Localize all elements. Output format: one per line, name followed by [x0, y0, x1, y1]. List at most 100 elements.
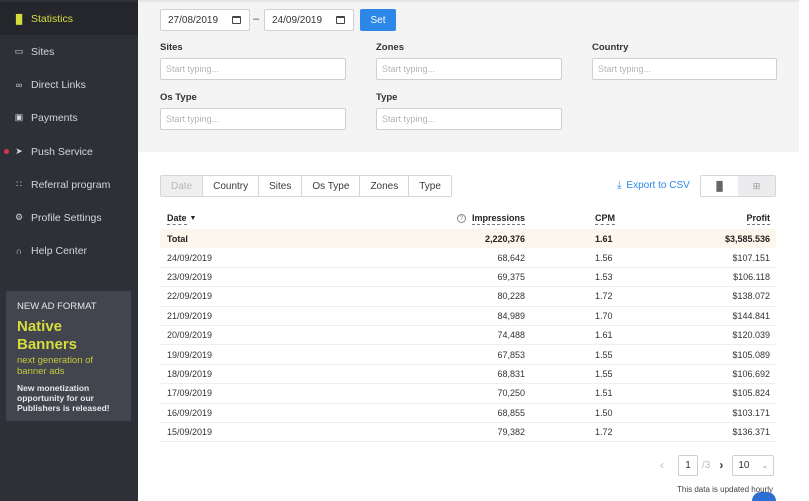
- row-cpm: 1.53: [595, 271, 613, 282]
- row-date: 19/09/2019: [167, 349, 213, 360]
- date-from-input[interactable]: 27/08/2019: [160, 9, 250, 31]
- cpm-header-label: CPM: [595, 212, 615, 225]
- os-type-input[interactable]: [160, 108, 346, 130]
- date-to-input[interactable]: 24/09/2019: [264, 9, 354, 31]
- country-label: Country: [592, 42, 629, 53]
- date-from-value: 27/08/2019: [168, 14, 219, 26]
- row-profit: $120.039: [732, 330, 770, 341]
- row-date: 17/09/2019: [167, 388, 213, 399]
- grid-icon: ⊞: [752, 180, 761, 191]
- row-profit: $136.371: [732, 427, 770, 438]
- previous-page-button[interactable]: ‹: [660, 458, 678, 472]
- page-size-select[interactable]: 10 ⌄: [732, 454, 775, 476]
- send-icon: ➤: [15, 146, 23, 156]
- chart-view-button[interactable]: ▐▌: [701, 176, 738, 196]
- row-impressions: 68,855: [497, 407, 525, 418]
- row-impressions: 84,989: [497, 310, 525, 321]
- calendar-icon[interactable]: [232, 16, 241, 24]
- row-impressions: 80,228: [497, 291, 525, 302]
- people-icon: ∷: [16, 179, 22, 189]
- download-icon: ⤓: [617, 180, 622, 191]
- date-to-value: 24/09/2019: [272, 14, 323, 26]
- set-date-button[interactable]: Set: [360, 9, 396, 31]
- cpm-column-header[interactable]: CPM: [595, 208, 615, 229]
- table-view-button[interactable]: ⊞: [738, 176, 775, 196]
- country-input[interactable]: [592, 58, 777, 80]
- impressions-header-label: Impressions: [471, 212, 525, 225]
- table-row: 18/09/2019 68,831 1.55 $106.692: [160, 365, 776, 385]
- table-row: 16/09/2019 68,855 1.50 $103.171: [160, 404, 776, 423]
- sidebar-item-label: Sites: [31, 45, 55, 58]
- export-csv-link[interactable]: ⤓ Export to CSV: [617, 180, 690, 191]
- promo-banner[interactable]: NEW AD FORMAT Native Banners next genera…: [6, 291, 131, 421]
- row-cpm: 1.56: [595, 252, 613, 263]
- browser-window-icon: ▭: [14, 46, 24, 56]
- group-by-tabs: Date Country Sites Os Type Zones Type: [160, 175, 452, 197]
- row-profit: $106.692: [732, 368, 770, 379]
- sidebar-item-help-center[interactable]: ∩ Help Center: [0, 234, 138, 267]
- date-column-header[interactable]: Date ▼: [167, 208, 196, 229]
- sidebar-item-direct-links[interactable]: ∞ Direct Links: [0, 68, 138, 101]
- next-page-button[interactable]: ›: [714, 458, 728, 472]
- total-impressions: 2,220,376: [484, 233, 525, 244]
- sites-input[interactable]: [160, 58, 346, 80]
- headphones-icon: ∩: [15, 245, 23, 256]
- table-row: 23/09/2019 69,375 1.53 $106.118: [160, 268, 776, 288]
- table-row: 17/09/2019 70,250 1.51 $105.824: [160, 384, 776, 404]
- sidebar-item-label: Referral program: [31, 178, 111, 191]
- help-icon[interactable]: ?: [456, 214, 466, 223]
- tab-country[interactable]: Country: [202, 176, 259, 196]
- sidebar-item-payments[interactable]: ▣ Payments: [0, 101, 138, 134]
- row-cpm: 1.55: [595, 349, 613, 360]
- chevron-down-icon: ⌄: [761, 460, 769, 470]
- tab-os-type[interactable]: Os Type: [301, 176, 360, 196]
- sidebar-item-label: Statistics: [31, 12, 74, 25]
- tab-zones[interactable]: Zones: [359, 176, 409, 196]
- table-row: 21/09/2019 84,989 1.70 $144.841: [160, 307, 776, 326]
- row-impressions: 79,382: [497, 427, 525, 438]
- row-date: 16/09/2019: [167, 407, 213, 418]
- profit-column-header[interactable]: Profit: [746, 208, 770, 229]
- row-impressions: 70,250: [497, 388, 525, 399]
- row-profit: $107.151: [732, 252, 770, 263]
- calendar-icon[interactable]: [336, 16, 345, 24]
- zones-input[interactable]: [376, 58, 562, 80]
- filters-panel: 27/08/2019 – 24/09/2019 Set Sites Zones …: [138, 0, 799, 152]
- tab-date[interactable]: Date: [161, 176, 203, 196]
- sidebar-item-referral-program[interactable]: ∷ Referral program: [0, 168, 138, 201]
- tab-type[interactable]: Type: [408, 176, 451, 196]
- row-impressions: 68,831: [497, 368, 525, 379]
- date-header-label: Date: [167, 212, 187, 225]
- promo-description: New monetization opportunity for our Pub…: [17, 383, 110, 413]
- table-header-row: Date ▼ ? Impressions CPM Profit: [160, 208, 776, 229]
- sidebar-item-label: Direct Links: [31, 78, 86, 91]
- impressions-column-header[interactable]: ? Impressions: [456, 208, 525, 229]
- profit-header-label: Profit: [746, 212, 770, 225]
- table-row: 20/09/2019 74,488 1.61 $120.039: [160, 326, 776, 346]
- sidebar-item-sites[interactable]: ▭ Sites: [0, 35, 138, 68]
- table-row: 22/09/2019 80,228 1.72 $138.072: [160, 287, 776, 307]
- row-impressions: 74,488: [497, 330, 525, 341]
- row-profit: $103.171: [732, 407, 770, 418]
- chat-widget-button[interactable]: [752, 492, 776, 501]
- row-date: 22/09/2019: [167, 291, 213, 302]
- total-profit: $3,585.536: [724, 233, 770, 244]
- row-date: 15/09/2019: [167, 427, 213, 438]
- row-cpm: 1.55: [595, 368, 613, 379]
- promo-title-line2: Banners: [17, 336, 78, 353]
- sidebar-item-label: Profile Settings: [31, 211, 102, 224]
- sidebar-item-statistics[interactable]: ▐▌ Statistics: [0, 2, 138, 35]
- row-date: 20/09/2019: [167, 330, 213, 341]
- sidebar-item-profile-settings[interactable]: ⚙ Profile Settings: [0, 201, 138, 234]
- row-cpm: 1.70: [595, 310, 613, 321]
- type-input[interactable]: [376, 108, 562, 130]
- row-impressions: 68,642: [497, 252, 525, 263]
- statistics-table: Date ▼ ? Impressions CPM Profit Total 2,…: [160, 208, 776, 443]
- sidebar-item-push-service[interactable]: ➤ Push Service: [0, 135, 138, 168]
- link-icon: ∞: [15, 79, 23, 90]
- table-row: 24/09/2019 68,642 1.56 $107.151: [160, 248, 776, 268]
- page-number-input[interactable]: 1: [678, 454, 698, 476]
- total-label: Total: [167, 233, 188, 244]
- tab-sites[interactable]: Sites: [258, 176, 302, 196]
- type-label: Type: [376, 92, 398, 103]
